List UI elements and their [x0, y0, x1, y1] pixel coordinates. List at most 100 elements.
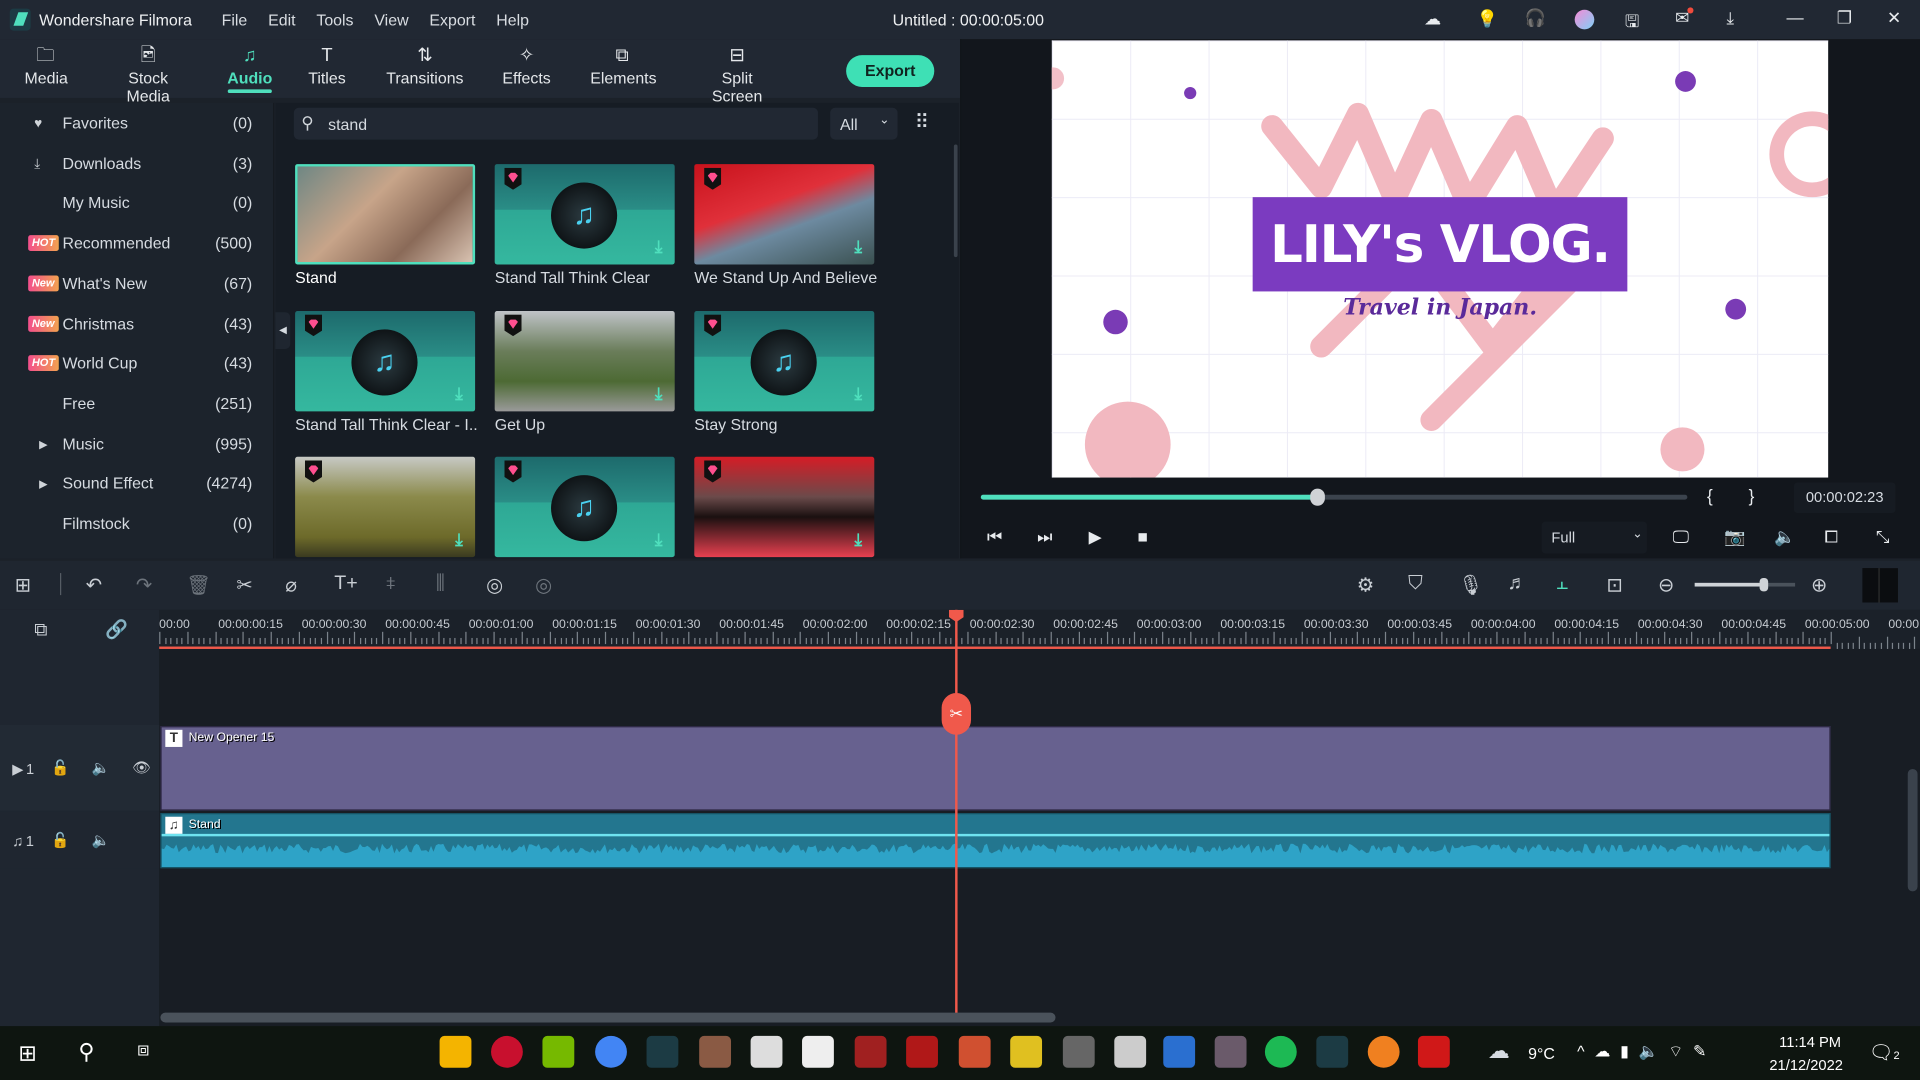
restore-button[interactable]: ❐ [1837, 7, 1852, 28]
video-clip[interactable]: T New Opener 15 [160, 726, 1831, 811]
quality-dropdown[interactable]: Full ⌄ [1541, 521, 1647, 554]
close-button[interactable]: ✕ [1887, 7, 1901, 28]
speed-icon[interactable]: ◎ [486, 573, 503, 597]
browser-scrollbar[interactable] [953, 144, 958, 258]
pip-icon[interactable]: ⧠ [1824, 527, 1838, 548]
snap-icon[interactable]: ⫠ [1556, 573, 1568, 595]
vertical-scrollbar[interactable] [1907, 768, 1918, 892]
sidebar-item-filmstock[interactable]: Filmstock (0) [0, 506, 274, 543]
tab-stock-media[interactable]: 🖻 Stock Media [108, 44, 189, 105]
search-input[interactable]: ⚲ stand [293, 107, 818, 140]
download-icon[interactable]: ⤓ [655, 236, 663, 257]
fit-timeline-icon[interactable]: ⊡ [1607, 573, 1623, 597]
collapse-panel-button[interactable]: ◀ [275, 312, 291, 349]
tab-elements[interactable]: ⧉ Elements [590, 44, 656, 87]
taskbar-app-icon[interactable] [542, 1035, 575, 1068]
audio-thumbnail[interactable] [295, 164, 476, 265]
taskbar-app-icon[interactable] [491, 1035, 523, 1068]
download-icon[interactable]: ⤓ [455, 383, 463, 404]
timeline-ruler[interactable]: 00:00 00:00:00:15 00:00:00:30 00:00:00:45 00… [159, 609, 1920, 649]
tab-audio[interactable]: ♫ Audio [225, 44, 274, 94]
lock-icon[interactable]: 🔓 [51, 759, 69, 776]
grid-view-icon[interactable]: ⠿ [915, 110, 929, 134]
download-icon[interactable]: ⤓ [655, 383, 663, 404]
expand-arrow-icon[interactable]: ▶ [39, 426, 47, 463]
play-button[interactable]: ▶ [1089, 527, 1102, 548]
mail-icon[interactable]: ✉ [1675, 7, 1694, 28]
sidebar-item-what-s-new[interactable]: New What's New (67) [0, 265, 274, 302]
taskbar-app-icon[interactable] [1264, 1035, 1297, 1068]
audio-mixer-icon[interactable]: ♬ [1507, 573, 1527, 595]
audio-thumbnail[interactable]: ⤓ [494, 310, 675, 411]
audio-thumbnail[interactable]: ♫ ⤓ [494, 164, 675, 265]
notifications-icon[interactable]: 🗨2 [1869, 1041, 1900, 1065]
redo-icon[interactable]: ↷ [136, 573, 152, 597]
taskbar-app-icon[interactable] [750, 1035, 783, 1068]
lock-icon[interactable]: 🔓 [51, 831, 69, 848]
display-settings-icon[interactable]: 🖵 [1673, 527, 1690, 548]
download-icon[interactable]: ⤓ [854, 236, 862, 257]
snapshot-icon[interactable]: 📷 [1724, 527, 1745, 548]
mute-icon[interactable]: 🔈 [92, 759, 110, 776]
expand-arrow-icon[interactable]: ▶ [39, 466, 47, 503]
taskbar-app-icon[interactable] [1163, 1035, 1196, 1068]
sidebar-item-christmas[interactable]: New Christmas (43) [0, 306, 274, 343]
minimize-button[interactable]: — [1787, 7, 1804, 27]
tab-effects[interactable]: ✧ Effects [502, 44, 551, 87]
adjust-icon[interactable]: ⧧ [386, 573, 396, 595]
next-frame-button[interactable]: ⏭ [1037, 527, 1052, 548]
taskbar-app-icon[interactable] [699, 1035, 732, 1068]
zoom-slider[interactable] [1694, 577, 1796, 592]
menu-help[interactable]: Help [496, 11, 529, 29]
sidebar-item-sound-effect[interactable]: ▶ Sound Effect (4274) [0, 466, 274, 503]
tab-transitions[interactable]: ⇅ Transitions [386, 44, 464, 87]
tab-split-screen[interactable]: ⊟ Split Screen [697, 44, 778, 105]
audio-clip[interactable]: ♫ Stand [160, 813, 1831, 869]
taskbar-app-icon[interactable] [802, 1035, 834, 1068]
sidebar-item-music[interactable]: ▶ Music (995) [0, 426, 274, 463]
search-icon[interactable]: ⚲ [78, 1040, 94, 1066]
audio-thumbnail[interactable]: ♫ ⤓ [694, 310, 875, 411]
audio-thumbnail[interactable]: ⤓ [694, 456, 875, 558]
undo-icon[interactable]: ↶ [86, 573, 102, 597]
menu-export[interactable]: Export [429, 11, 475, 29]
download-icon[interactable]: ⤓ [854, 383, 862, 404]
windows-start-icon[interactable]: ⊞ [18, 1041, 36, 1067]
panel-toggle[interactable] [1862, 568, 1898, 603]
task-view-icon[interactable]: ⧈ [137, 1040, 149, 1062]
download-icon[interactable]: ⤓ [655, 529, 663, 550]
taskbar-app-icon[interactable] [1417, 1035, 1450, 1068]
mark-out-button[interactable]: } [1749, 486, 1755, 506]
tag-icon[interactable]: ⌀ [285, 573, 297, 597]
tray-icons[interactable]: ^☁▮🔈⌔✎ [1577, 1042, 1716, 1062]
previous-frame-button[interactable]: ⏮ [987, 527, 1002, 548]
mark-in-button[interactable]: { [1707, 486, 1713, 506]
taskbar-app-icon[interactable] [906, 1035, 938, 1068]
avatar[interactable] [1574, 9, 1595, 30]
split-scissors-icon[interactable]: ✂ [941, 693, 972, 735]
audio-thumbnail[interactable]: ⤓ [694, 164, 875, 265]
audio-adjust-icon[interactable]: ⫼ [436, 573, 445, 595]
sidebar-item-my-music[interactable]: My Music (0) [0, 185, 274, 222]
download-icon[interactable]: ⤓ [1727, 7, 1735, 28]
zoom-out-icon[interactable]: ⊖ [1658, 573, 1674, 597]
volume-icon[interactable]: 🔈 [1774, 527, 1795, 548]
taskbar-app-icon[interactable] [439, 1035, 472, 1068]
cut-icon[interactable]: ✂ [236, 573, 252, 597]
taskbar-app-icon[interactable] [1316, 1035, 1349, 1068]
menu-file[interactable]: File [222, 11, 248, 29]
taskbar-app-icon[interactable] [1062, 1035, 1095, 1068]
mute-icon[interactable]: 🔈 [92, 831, 110, 848]
scrubber-handle[interactable] [1310, 488, 1326, 506]
sidebar-item-recommended[interactable]: HOT Recommended (500) [0, 225, 274, 262]
taskbar-app-icon[interactable] [854, 1035, 887, 1068]
export-button[interactable]: Export [846, 55, 935, 87]
download-icon[interactable]: ⤓ [455, 529, 463, 550]
marker-icon[interactable]: ⛉ [1408, 573, 1423, 595]
tab-media[interactable]: 🗀 Media [24, 44, 67, 87]
audio-thumbnail[interactable]: ⤓ [295, 456, 476, 558]
sidebar-item-downloads[interactable]: ⤓ Downloads (3) [0, 145, 274, 182]
clock-time[interactable]: 11:14 PM [1779, 1033, 1841, 1050]
cloud-icon[interactable]: ☁ [1424, 9, 1441, 30]
fullscreen-icon[interactable]: ⤡ [1876, 527, 1890, 548]
